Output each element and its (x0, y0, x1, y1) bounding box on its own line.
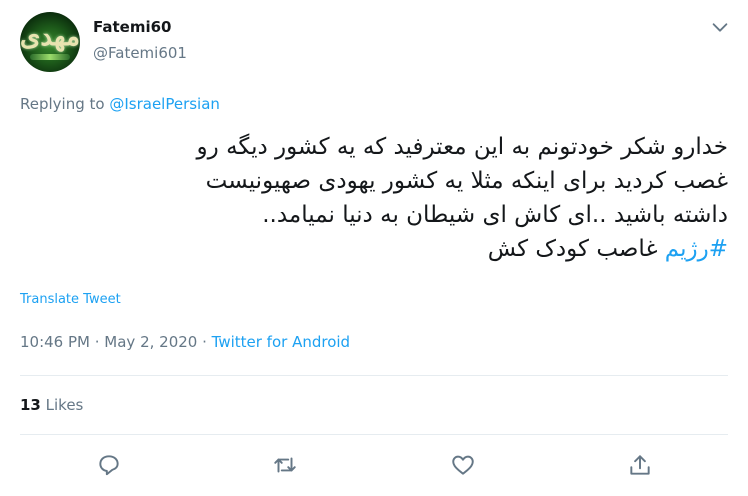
tweet-meta: 10:46 PM · May 2, 2020 · Twitter for And… (20, 333, 350, 351)
divider (20, 375, 728, 376)
tweet-text-line: خدارو شکر خودتونم به این معترفید که یه ک… (196, 134, 728, 160)
tweet-timestamp[interactable]: 10:46 PM · May 2, 2020 (20, 333, 197, 351)
likes-count: 13 (20, 396, 41, 414)
tweet-text-line: غصب کردید برای اینکه مثلا یه کشور یهودی … (205, 168, 728, 194)
reply-icon[interactable] (96, 452, 122, 478)
avatar-glow (30, 54, 70, 60)
tweet-text: خدارو شکر خودتونم به این معترفید که یه ک… (28, 130, 728, 266)
author-handle[interactable]: @Fatemi601 (93, 44, 187, 62)
chevron-down-icon[interactable] (709, 16, 731, 38)
share-icon[interactable] (627, 452, 653, 478)
tweet-text-tail: غاصب کودک کش (487, 236, 658, 262)
replying-to-label: Replying to (20, 95, 110, 113)
like-icon[interactable] (450, 452, 476, 478)
likes-stat[interactable]: 13 Likes (20, 396, 83, 414)
replying-to-mention[interactable]: @IsraelPersian (109, 95, 220, 113)
tweet-source-link[interactable]: Twitter for Android (212, 333, 350, 351)
tweet-text-line: #رژیم غاصب کودک کش (28, 232, 728, 266)
translate-tweet-link[interactable]: Translate Tweet (20, 292, 121, 307)
meta-separator: · (197, 333, 212, 351)
retweet-icon[interactable] (272, 452, 298, 478)
tweet-text-line: داشته باشید ..ای کاش ای شیطان به دنیا نم… (262, 202, 728, 228)
avatar[interactable]: مهدی (20, 12, 80, 72)
hashtag-link[interactable]: #رژیم (665, 236, 728, 262)
likes-label: Likes (45, 396, 84, 414)
replying-to: Replying to @IsraelPersian (20, 95, 220, 113)
divider (20, 434, 728, 435)
author-display-name[interactable]: Fatemi60 (93, 18, 171, 36)
avatar-calligraphy: مهدی (20, 22, 80, 52)
